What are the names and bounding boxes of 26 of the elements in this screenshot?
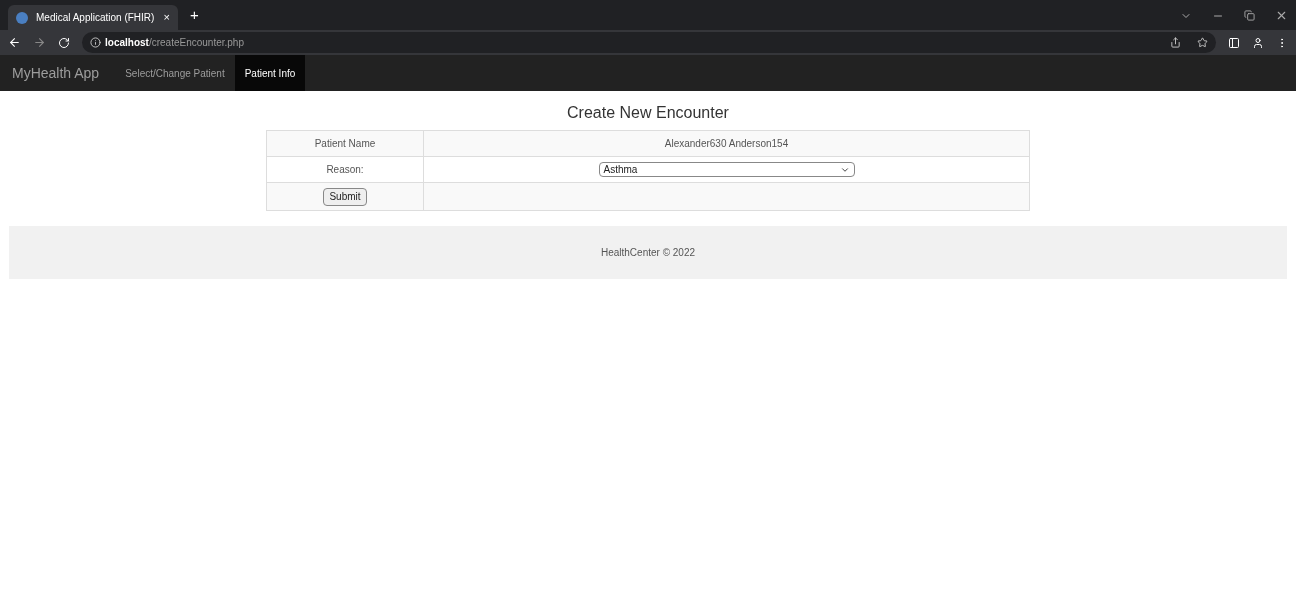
reload-icon[interactable] <box>58 36 70 49</box>
browser-tab[interactable]: Medical Application (FHIR) × <box>8 5 178 30</box>
table-cell: Patient Name <box>266 130 424 157</box>
table-cell: Reason: <box>266 156 424 183</box>
bookmark-star-icon[interactable] <box>1197 37 1208 48</box>
table-cell: Alexander630 Anderson154 <box>423 130 1030 157</box>
share-icon[interactable] <box>1170 37 1181 48</box>
nav-link[interactable]: Select/Change Patient <box>115 55 235 91</box>
url-text: localhost/createEncounter.php <box>105 36 244 50</box>
tab-close-button[interactable]: × <box>163 9 170 26</box>
nav-link[interactable]: Patient Info <box>234 55 306 91</box>
page-title: Create New Encounter <box>567 103 729 123</box>
restore-icon[interactable] <box>1244 10 1255 21</box>
forward-icon[interactable] <box>33 36 46 49</box>
side-panel-icon[interactable] <box>1228 36 1240 49</box>
footer-text: HealthCenter © 2022 <box>600 246 696 260</box>
tab-title: Medical Application (FHIR) <box>36 11 156 25</box>
url-field[interactable]: localhost/createEncounter.php <box>82 32 1216 53</box>
reason-select[interactable]: Asthma <box>598 162 855 177</box>
close-icon[interactable] <box>1275 9 1288 22</box>
profile-icon[interactable] <box>1252 36 1264 49</box>
info-icon <box>90 37 101 48</box>
submit-button[interactable]: Submit <box>323 187 367 206</box>
brand-link[interactable]: MyHealth App <box>8 55 104 91</box>
new-tab-button[interactable]: + <box>190 3 199 26</box>
back-icon[interactable] <box>8 36 21 49</box>
